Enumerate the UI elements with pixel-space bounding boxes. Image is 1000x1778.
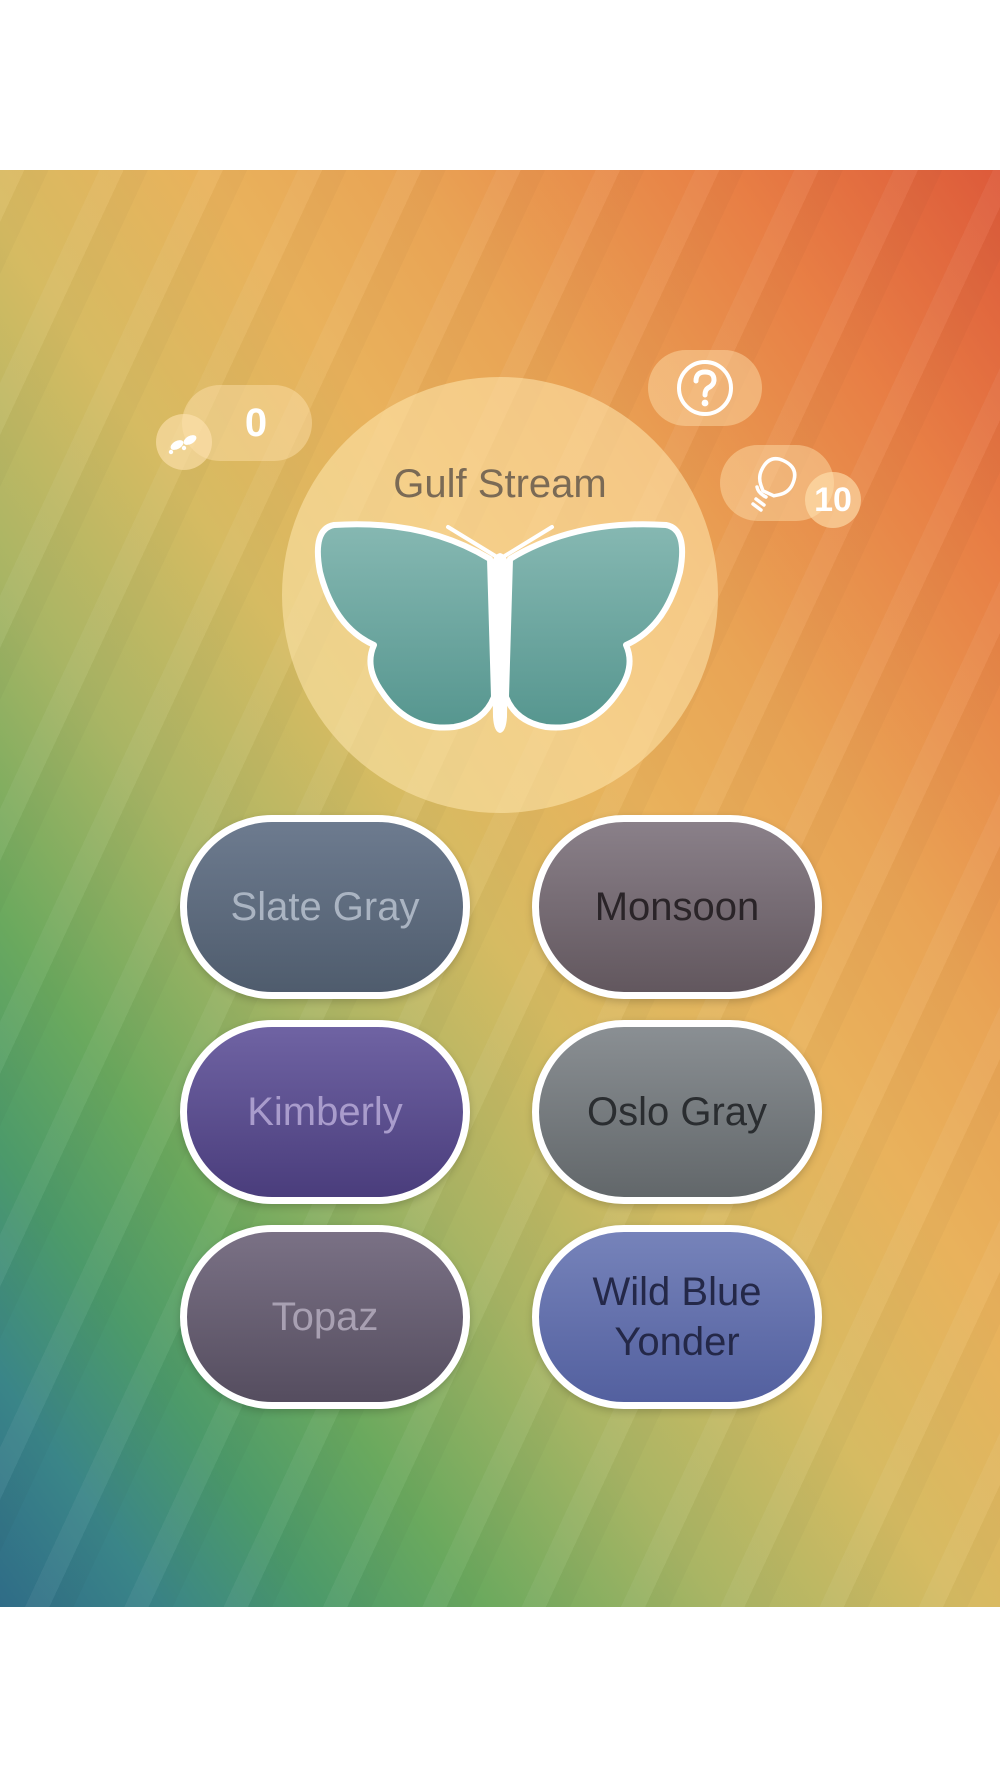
target-color-name: Gulf Stream bbox=[393, 462, 607, 506]
color-option-wild-blue-yonder[interactable]: Wild Blue Yonder bbox=[532, 1225, 822, 1409]
hint-button[interactable]: 10 bbox=[720, 445, 861, 528]
color-option-label: Slate Gray bbox=[230, 885, 420, 929]
target-color-circle: Gulf Stream bbox=[282, 377, 718, 813]
lightbulb-icon bbox=[751, 456, 797, 512]
color-option-oslo-gray[interactable]: Oslo Gray bbox=[532, 1020, 822, 1204]
question-mark-icon bbox=[677, 360, 733, 416]
color-option-label: Topaz bbox=[271, 1295, 379, 1339]
hint-count-badge: 10 bbox=[805, 472, 861, 528]
steps-count: 0 bbox=[244, 400, 268, 445]
color-option-monsoon[interactable]: Monsoon bbox=[532, 815, 822, 999]
color-option-topaz[interactable]: Topaz bbox=[180, 1225, 470, 1409]
color-option-slate-gray[interactable]: Slate Gray bbox=[180, 815, 470, 999]
color-option-label: Wild Blue Yonder bbox=[592, 1270, 762, 1364]
butterfly-icon bbox=[314, 521, 686, 733]
footprints-icon bbox=[156, 414, 212, 470]
hint-count: 10 bbox=[814, 480, 852, 519]
help-button[interactable] bbox=[648, 350, 762, 426]
color-option-label: Monsoon bbox=[594, 885, 760, 929]
color-option-kimberly[interactable]: Kimberly bbox=[180, 1020, 470, 1204]
color-option-label: Oslo Gray bbox=[586, 1090, 768, 1134]
color-option-label: Kimberly bbox=[247, 1090, 403, 1134]
app-screen: 0 Gulf Stream 10 Slate Gray Monsoon Kimb… bbox=[0, 0, 1000, 1778]
